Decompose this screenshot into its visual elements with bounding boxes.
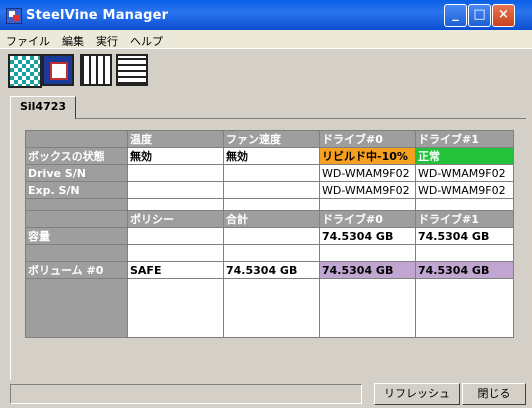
col-drive0: ドライブ#0	[319, 130, 416, 148]
row-label: ボックスの状態	[25, 147, 128, 165]
table-row: 容量 74.5304 GB 74.5304 GB	[25, 227, 514, 245]
title-bar: SteelVine Manager _ □ ×	[0, 0, 532, 30]
tab-strip: Sil4723	[10, 96, 526, 119]
table-cell	[319, 244, 416, 262]
drive1-status: 正常	[415, 147, 514, 165]
drive0-capacity: 74.5304 GB	[319, 227, 416, 245]
menu-help[interactable]: ヘルプ	[124, 30, 169, 49]
maximize-icon[interactable]: □	[468, 4, 491, 27]
volume-table: ポリシー 合計 ドライブ#0 ドライブ#1 容量 74.5304 GB 74.5…	[25, 210, 514, 338]
box-view-icon[interactable]	[42, 54, 74, 86]
table-cell	[223, 244, 320, 262]
menu-file[interactable]: ファイル	[0, 30, 56, 49]
table-cell	[223, 278, 320, 338]
grid-view-icon[interactable]	[8, 54, 42, 88]
menu-bar: ファイル 編集 実行 ヘルプ	[0, 30, 532, 49]
minimize-icon[interactable]: _	[444, 4, 467, 27]
table-cell	[25, 244, 128, 262]
table-cell	[127, 278, 224, 338]
table-cell	[127, 181, 224, 199]
row-label: ボリューム #0	[25, 261, 128, 279]
table-cell	[127, 227, 224, 245]
table-row: ボリューム #0 SAFE 74.5304 GB 74.5304 GB 74.5…	[25, 261, 514, 279]
table-row-blank	[25, 278, 514, 338]
window-title: SteelVine Manager	[26, 8, 169, 23]
row-label: 容量	[25, 227, 128, 245]
col-drive1: ドライブ#1	[415, 210, 514, 228]
col-drive0: ドライブ#0	[319, 210, 416, 228]
row-label: Exp. S/N	[25, 181, 128, 199]
table-row: Drive S/N WD-WMAM9F02 WD-WMAM9F02	[25, 164, 514, 182]
table-cell	[25, 278, 128, 338]
drive0-status: リビルド中-10%	[319, 147, 416, 165]
header-blank	[25, 130, 128, 148]
row-label: Drive S/N	[25, 164, 128, 182]
table-view-icon[interactable]	[80, 54, 112, 86]
table-row: ボックスの状態 無効 無効 リビルド中-10% 正常	[25, 147, 514, 165]
col-temp: 温度	[127, 130, 224, 148]
table-cell	[415, 244, 514, 262]
close-icon[interactable]: ×	[492, 4, 515, 27]
table-cell	[415, 278, 514, 338]
cell-temp-status: 無効	[127, 147, 224, 165]
volume-drive1: 74.5304 GB	[415, 261, 514, 279]
cell-fan-status: 無効	[223, 147, 320, 165]
status-table: 温度 ファン速度 ドライブ#0 ドライブ#1 ボックスの状態 無効 無効 リビル…	[25, 130, 514, 222]
close-button[interactable]: 閉じる	[462, 383, 526, 405]
tab-sil4723[interactable]: Sil4723	[10, 96, 76, 119]
status-panel: 温度 ファン速度 ドライブ#0 ドライブ#1 ボックスの状態 無効 無効 リビル…	[10, 118, 527, 380]
drive1-exp-serial: WD-WMAM9F02	[415, 181, 514, 199]
table-cell	[319, 278, 416, 338]
toolbar	[0, 50, 532, 90]
col-fan: ファン速度	[223, 130, 320, 148]
menu-edit[interactable]: 編集	[56, 30, 90, 49]
drive1-serial: WD-WMAM9F02	[415, 164, 514, 182]
button-bar: リフレッシュ 閉じる	[0, 380, 532, 408]
col-total: 合計	[223, 210, 320, 228]
volume-total: 74.5304 GB	[223, 261, 320, 279]
menu-run[interactable]: 実行	[90, 30, 124, 49]
table-row: Exp. S/N WD-WMAM9F02 WD-WMAM9F02	[25, 181, 514, 199]
app-icon	[6, 8, 22, 24]
table-cell	[127, 244, 224, 262]
drive1-capacity: 74.5304 GB	[415, 227, 514, 245]
refresh-button[interactable]: リフレッシュ	[374, 383, 460, 405]
table-cell	[223, 181, 320, 199]
table-cell	[223, 227, 320, 245]
table-cell	[223, 164, 320, 182]
col-drive1: ドライブ#1	[415, 130, 514, 148]
status-field	[10, 384, 362, 404]
volume-drive0: 74.5304 GB	[319, 261, 416, 279]
table-row-blank	[25, 244, 514, 262]
volume-policy: SAFE	[127, 261, 224, 279]
drive0-serial: WD-WMAM9F02	[319, 164, 416, 182]
header-blank	[25, 210, 128, 228]
drive0-exp-serial: WD-WMAM9F02	[319, 181, 416, 199]
table-cell	[127, 164, 224, 182]
col-policy: ポリシー	[127, 210, 224, 228]
list-view-icon[interactable]	[116, 54, 148, 86]
